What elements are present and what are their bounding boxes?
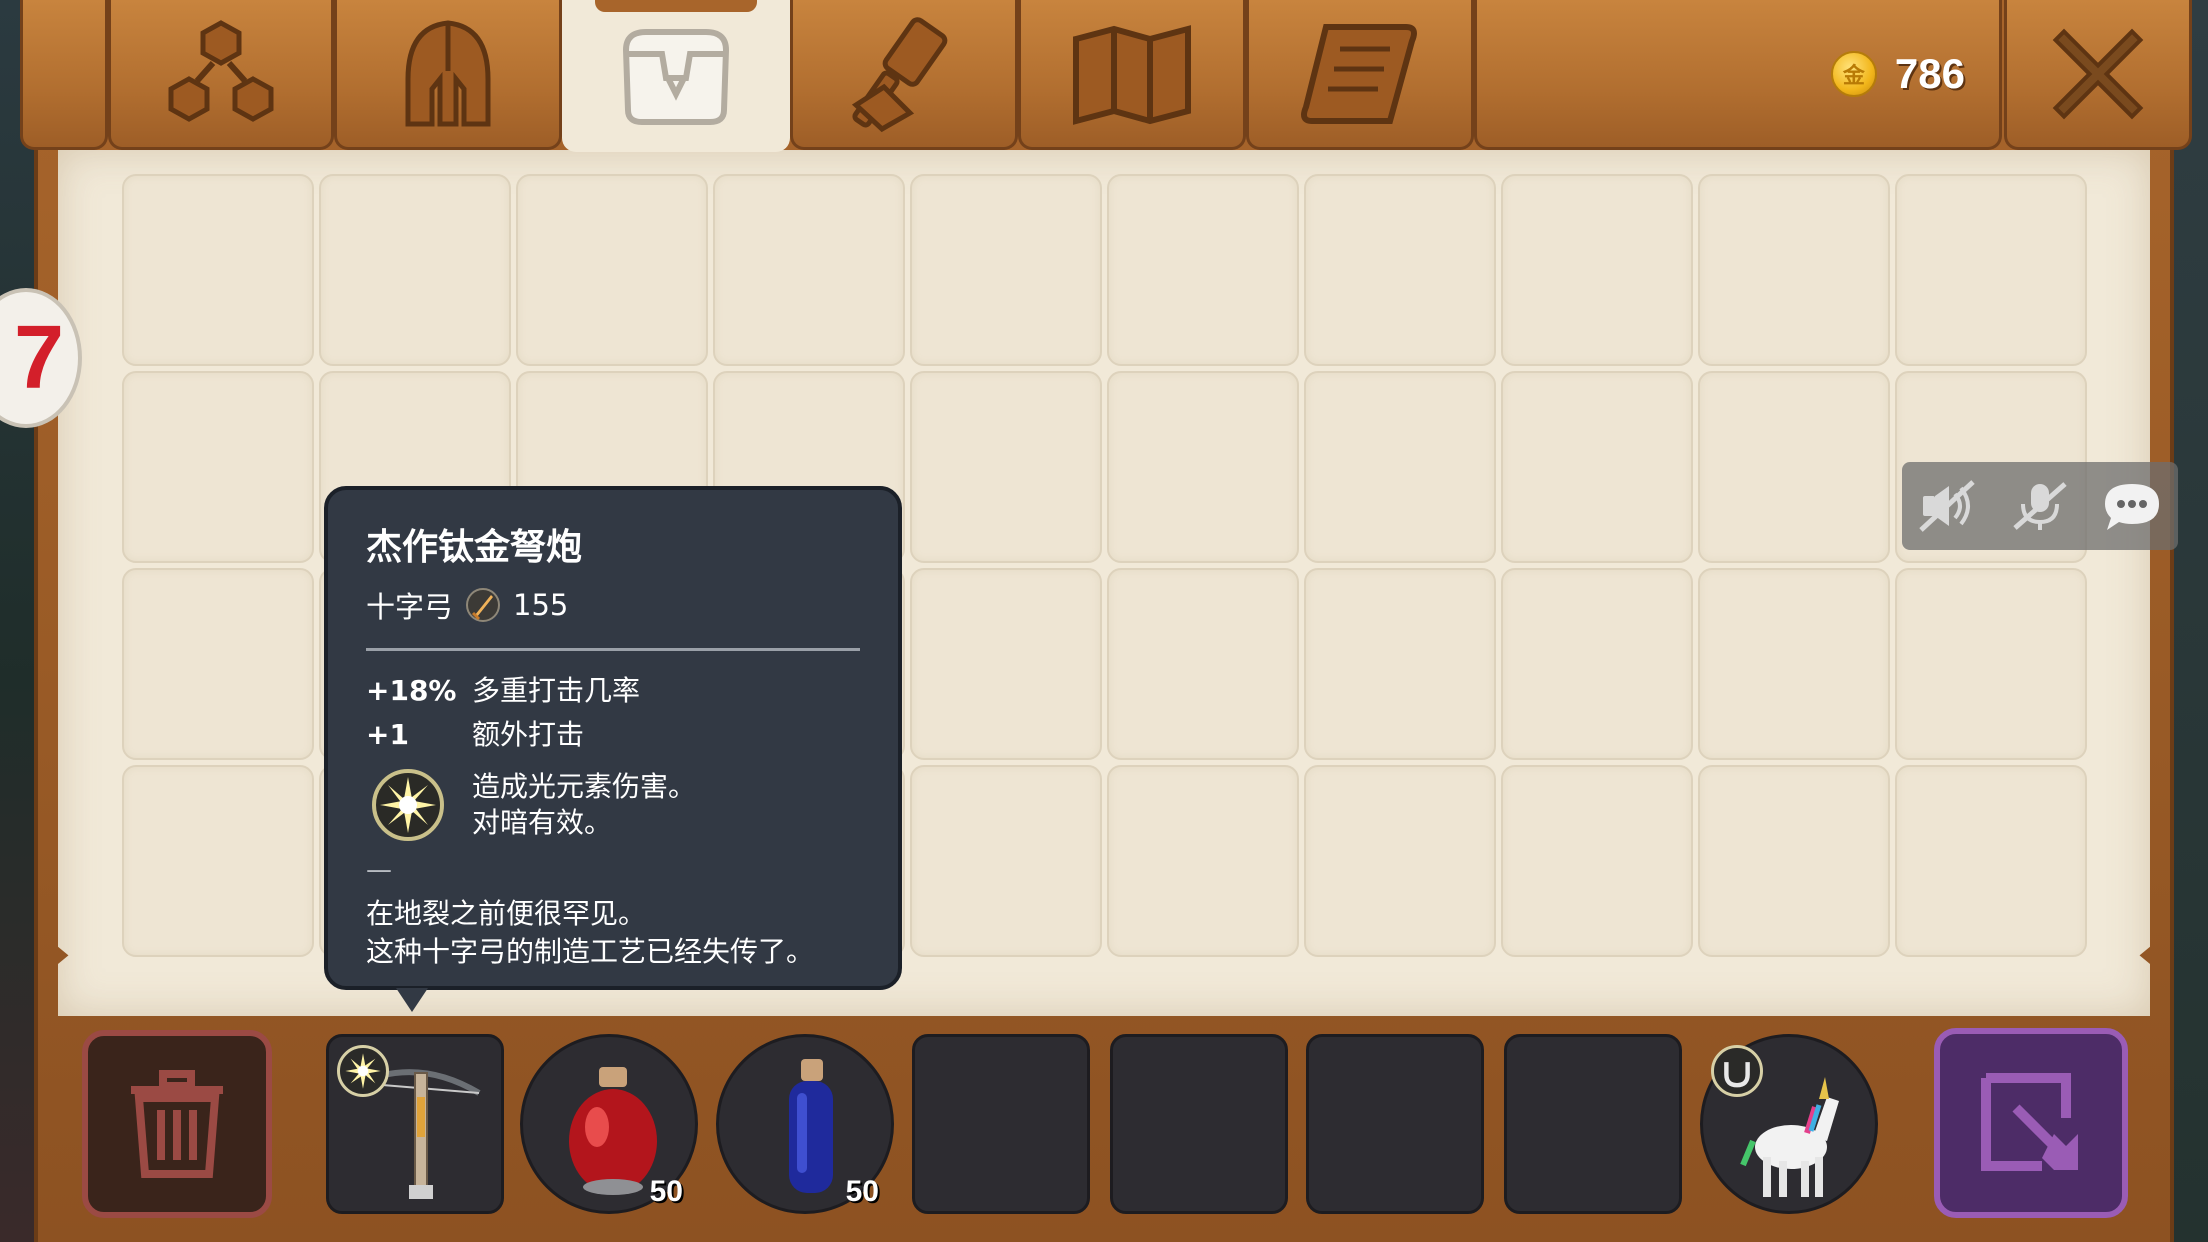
hotbar-slot-2[interactable]: 50 — [520, 1034, 698, 1214]
inventory-slot[interactable] — [122, 568, 314, 760]
hotbar-slot-6[interactable] — [1306, 1034, 1484, 1214]
skill-tree-icon — [168, 19, 274, 122]
lore-line-1: 在地裂之前便很罕见。 — [366, 897, 647, 930]
chat-icon[interactable] — [2101, 478, 2163, 534]
lore-separator: — — [366, 855, 392, 885]
close-icon — [2052, 28, 2144, 119]
chat-controls — [1902, 462, 2178, 550]
horseshoe-badge-icon — [1711, 1045, 1763, 1097]
item-quantity: 50 — [845, 1175, 879, 1208]
hotbar-slot-5[interactable] — [1110, 1034, 1288, 1214]
stat-label: 额外打击 — [472, 718, 585, 751]
inventory-slot[interactable] — [1501, 174, 1693, 366]
inventory-slot[interactable] — [1501, 765, 1693, 957]
inventory-slot[interactable] — [1107, 371, 1299, 563]
inventory-slot[interactable] — [1501, 568, 1693, 760]
trash-icon — [131, 1070, 223, 1178]
mute-voice-icon[interactable] — [1917, 478, 1979, 534]
inventory-slot[interactable] — [1698, 765, 1890, 957]
inventory-slot[interactable] — [1698, 174, 1890, 366]
tooltip-divider — [366, 648, 860, 651]
hotbar-slot-4[interactable] — [912, 1034, 1090, 1214]
inventory-slot[interactable] — [122, 174, 314, 366]
hotbar-slot-1[interactable] — [326, 1034, 504, 1214]
tab-inventory[interactable] — [562, 0, 790, 152]
inventory-slot[interactable] — [1304, 568, 1496, 760]
inventory-slot[interactable] — [910, 174, 1102, 366]
inventory-slot[interactable] — [1698, 568, 1890, 760]
item-quantity: 50 — [649, 1175, 683, 1208]
inventory-slot[interactable] — [1304, 765, 1496, 957]
item-type: 十字弓 — [366, 590, 454, 624]
tab-map[interactable] — [1018, 0, 1246, 150]
side-bubble-text: 7 — [13, 307, 64, 408]
stat-value: +18% — [366, 674, 457, 707]
item-damage: 155 — [513, 588, 569, 622]
inventory-slot[interactable] — [1304, 371, 1496, 563]
exit-button[interactable] — [1934, 1028, 2128, 1218]
effect-line-2: 对暗有效。 — [472, 806, 613, 839]
coin-icon: 金 — [1830, 51, 1877, 97]
stat-row: +1 额外打击 — [366, 713, 860, 757]
mute-mic-icon[interactable] — [2009, 478, 2071, 534]
hotbar-slot-3[interactable]: 50 — [716, 1034, 894, 1214]
tab-quests[interactable] — [1246, 0, 1474, 150]
hotbar-slot-mount[interactable] — [1700, 1034, 1878, 1214]
light-element-icon — [372, 769, 444, 841]
helmet-icon — [405, 19, 491, 126]
light-element-badge-icon — [337, 1045, 389, 1097]
coin-count: 786 — [1894, 50, 1965, 97]
inventory-slot[interactable] — [1107, 765, 1299, 957]
inventory-slot[interactable] — [516, 174, 708, 366]
inventory-slot[interactable] — [910, 568, 1102, 760]
item-subtitle: 十字弓 155 — [366, 584, 860, 626]
stat-label: 多重打击几率 — [472, 674, 641, 707]
close-button[interactable] — [2004, 0, 2192, 150]
tab-crafting[interactable] — [790, 0, 1018, 150]
inventory-slot[interactable] — [910, 371, 1102, 563]
exit-icon — [1981, 1073, 2078, 1171]
effect-line-1: 造成光元素伤害。 — [472, 770, 697, 803]
item-name: 杰作钛金弩炮 — [366, 527, 583, 568]
inventory-slot[interactable] — [1895, 765, 2087, 957]
inventory-slot[interactable] — [1107, 568, 1299, 760]
item-lore: 在地裂之前便很罕见。 这种十字弓的制造工艺已经失传了。 — [366, 895, 860, 971]
inventory-slot[interactable] — [319, 174, 511, 366]
scroll-icon — [1301, 23, 1417, 124]
currency-panel: 金 786 — [1474, 0, 2002, 150]
inventory-slot[interactable] — [1107, 174, 1299, 366]
hotbar-slot-7[interactable] — [1504, 1034, 1682, 1214]
inventory-slot[interactable] — [1698, 371, 1890, 563]
inventory-slot[interactable] — [1304, 174, 1496, 366]
element-effect: 造成光元素伤害。 对暗有效。 — [366, 767, 860, 843]
world-background-right — [2168, 0, 2208, 1242]
inventory-slot[interactable] — [1895, 568, 2087, 760]
tab-equipment[interactable] — [334, 0, 562, 150]
stat-value: +1 — [366, 718, 409, 751]
map-icon — [1073, 24, 1191, 125]
inventory-slot[interactable] — [122, 371, 314, 563]
damage-icon — [466, 588, 501, 622]
inventory-slot[interactable] — [713, 174, 905, 366]
lore-line-2: 这种十字弓的制造工艺已经失传了。 — [366, 935, 815, 968]
inventory-slot[interactable] — [122, 765, 314, 957]
tab-edge-left — [20, 0, 108, 150]
hammer-icon — [851, 16, 948, 132]
inventory-slot[interactable] — [910, 765, 1102, 957]
tab-skills[interactable] — [108, 0, 334, 150]
inventory-slot[interactable] — [1895, 174, 2087, 366]
backpack-icon — [622, 28, 730, 125]
item-tooltip: 杰作钛金弩炮 十字弓 155 +18% 多重打击几率 +1 额外打击 造成光元素… — [324, 486, 902, 1012]
trash-button[interactable] — [82, 1030, 272, 1218]
inventory-slot[interactable] — [1501, 371, 1693, 563]
stat-row: +18% 多重打击几率 — [366, 669, 860, 713]
